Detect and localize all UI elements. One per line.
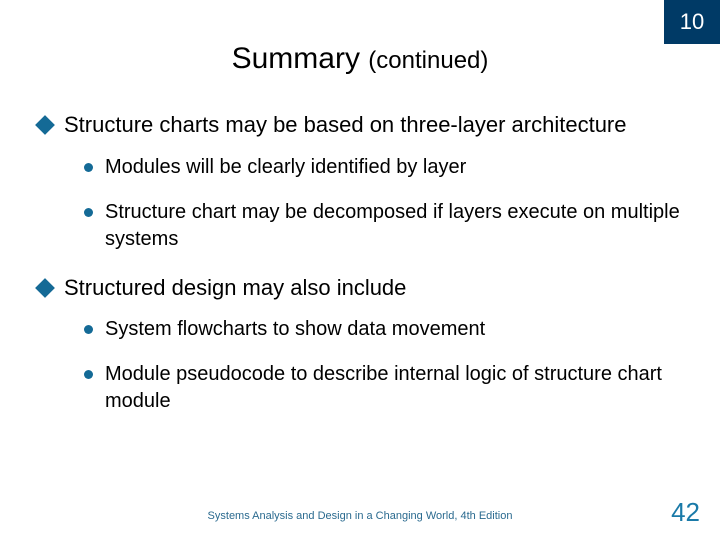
bullet-level2: Module pseudocode to describe internal l… [84,361,682,415]
bullet-text: Structured design may also include [64,273,682,303]
slide-title: Summary (continued) [0,42,720,76]
diamond-bullet-icon [35,278,55,298]
title-main: Summary [232,42,360,75]
slide-content: Structure charts may be based on three-l… [38,110,682,435]
chapter-badge: 10 [664,0,720,44]
bullet-level1: Structure charts may be based on three-l… [38,110,682,140]
page-number: 42 [671,497,700,528]
dot-bullet-icon [84,208,93,217]
bullet-text: Structure charts may be based on three-l… [64,110,682,140]
sub-bullet-list: System flowcharts to show data movement … [84,316,682,415]
title-suffix: (continued) [368,47,488,74]
diamond-bullet-icon [35,115,55,135]
bullet-level2: Modules will be clearly identified by la… [84,154,682,181]
bullet-level2: Structure chart may be decomposed if lay… [84,199,682,253]
sub-bullet-text: Modules will be clearly identified by la… [105,154,682,181]
sub-bullet-text: Module pseudocode to describe internal l… [105,361,682,415]
chapter-number: 10 [680,9,704,35]
sub-bullet-text: Structure chart may be decomposed if lay… [105,199,682,253]
dot-bullet-icon [84,325,93,334]
sub-bullet-text: System flowcharts to show data movement [105,316,682,343]
footer-text: Systems Analysis and Design in a Changin… [0,510,720,522]
sub-bullet-list: Modules will be clearly identified by la… [84,154,682,253]
dot-bullet-icon [84,163,93,172]
dot-bullet-icon [84,370,93,379]
bullet-level2: System flowcharts to show data movement [84,316,682,343]
bullet-level1: Structured design may also include [38,273,682,303]
